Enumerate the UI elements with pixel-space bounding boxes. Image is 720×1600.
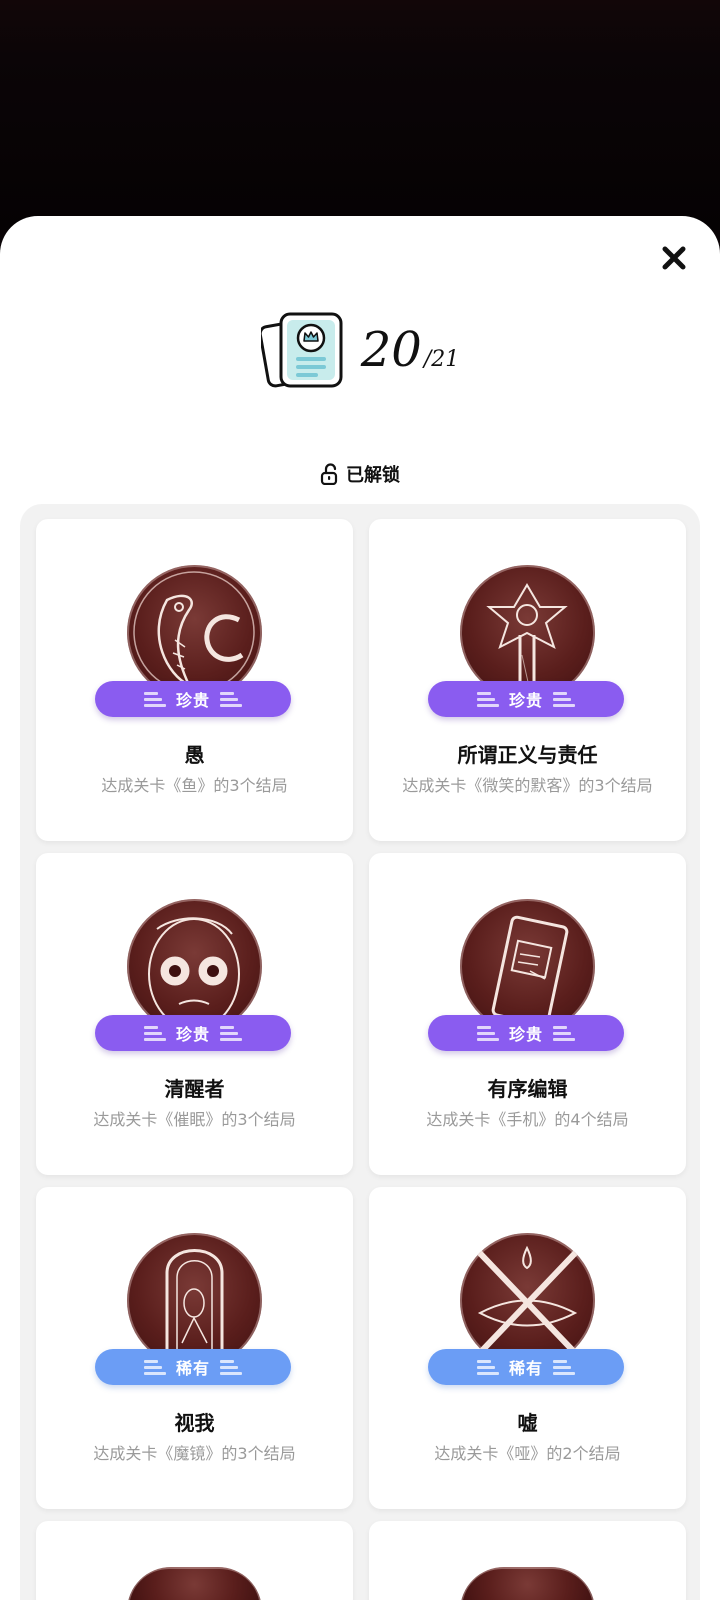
achievement-title: 嘘 bbox=[517, 1411, 538, 1435]
rarity-badge: 珍贵 bbox=[428, 1015, 624, 1051]
rarity-badge: 稀有 bbox=[95, 1349, 291, 1385]
achievement-title: 视我 bbox=[174, 1411, 215, 1435]
rarity-label: 珍贵 bbox=[508, 1025, 543, 1044]
achievement-card[interactable] bbox=[36, 1521, 353, 1600]
achievement-title: 愚 bbox=[184, 743, 205, 767]
achievement-card[interactable]: 珍贵 清醒者 达成关卡《催眠》的3个结局 bbox=[36, 853, 353, 1175]
rarity-label: 珍贵 bbox=[175, 691, 210, 710]
rarity-label: 珍贵 bbox=[175, 1025, 210, 1044]
achievement-description: 达成关卡《魔镜》的3个结局 bbox=[93, 1444, 296, 1463]
achievement-card[interactable] bbox=[369, 1521, 686, 1600]
rarity-label: 稀有 bbox=[508, 1359, 543, 1378]
rarity-badge: 珍贵 bbox=[428, 681, 624, 717]
achievement-title: 有序编辑 bbox=[487, 1077, 568, 1101]
achievement-card[interactable]: 珍贵 所谓正义与责任 达成关卡《微笑的默客》的3个结局 bbox=[369, 519, 686, 841]
fish-medal-icon bbox=[127, 565, 262, 700]
achievement-card[interactable]: 珍贵 有序编辑 达成关卡《手机》的4个结局 bbox=[369, 853, 686, 1175]
rarity-label: 稀有 bbox=[175, 1359, 210, 1378]
achievement-title: 清醒者 bbox=[164, 1077, 225, 1101]
total-count: 21 bbox=[431, 347, 460, 372]
album-icon bbox=[260, 312, 343, 388]
achievement-card[interactable]: 稀有 视我 达成关卡《魔镜》的3个结局 bbox=[36, 1187, 353, 1509]
rarity-badge: 珍贵 bbox=[95, 681, 291, 717]
medal-icon bbox=[460, 1567, 595, 1600]
achievement-card[interactable]: 稀有 嘘 达成关卡《哑》的2个结局 bbox=[369, 1187, 686, 1509]
achievement-description: 达成关卡《鱼》的3个结局 bbox=[101, 776, 288, 795]
achievement-grid: 珍贵 愚 达成关卡《鱼》的3个结局 珍贵 所谓正义与责任 达成关卡《微笑的默客》… bbox=[36, 519, 686, 1600]
unlock-icon bbox=[320, 463, 338, 485]
unlocked-label: 已解锁 bbox=[346, 465, 400, 486]
medal-icon bbox=[127, 1567, 262, 1600]
rarity-badge: 珍贵 bbox=[95, 1015, 291, 1051]
achievement-description: 达成关卡《催眠》的3个结局 bbox=[93, 1110, 296, 1129]
rarity-label: 珍贵 bbox=[508, 691, 543, 710]
rarity-badge: 稀有 bbox=[428, 1349, 624, 1385]
achievement-title: 所谓正义与责任 bbox=[457, 743, 598, 767]
star-sword-medal-icon bbox=[460, 565, 595, 700]
achievement-description: 达成关卡《哑》的2个结局 bbox=[434, 1444, 621, 1463]
achievement-description: 达成关卡《微笑的默客》的3个结局 bbox=[402, 776, 653, 795]
close-button[interactable] bbox=[658, 242, 690, 274]
achievement-card[interactable]: 珍贵 愚 达成关卡《鱼》的3个结局 bbox=[36, 519, 353, 841]
unlocked-count: 20 bbox=[360, 322, 422, 378]
progress-header: 20 / 21 bbox=[0, 310, 720, 390]
dimmed-background bbox=[0, 0, 720, 230]
unlocked-section-header: 已解锁 bbox=[0, 460, 720, 488]
phone-medal-icon bbox=[460, 899, 595, 1034]
close-icon bbox=[662, 246, 686, 270]
mirror-medal-icon bbox=[127, 1233, 262, 1368]
face-medal-icon bbox=[127, 899, 262, 1034]
crossed-mouth-medal-icon bbox=[460, 1233, 595, 1368]
achievement-description: 达成关卡《手机》的4个结局 bbox=[426, 1110, 629, 1129]
